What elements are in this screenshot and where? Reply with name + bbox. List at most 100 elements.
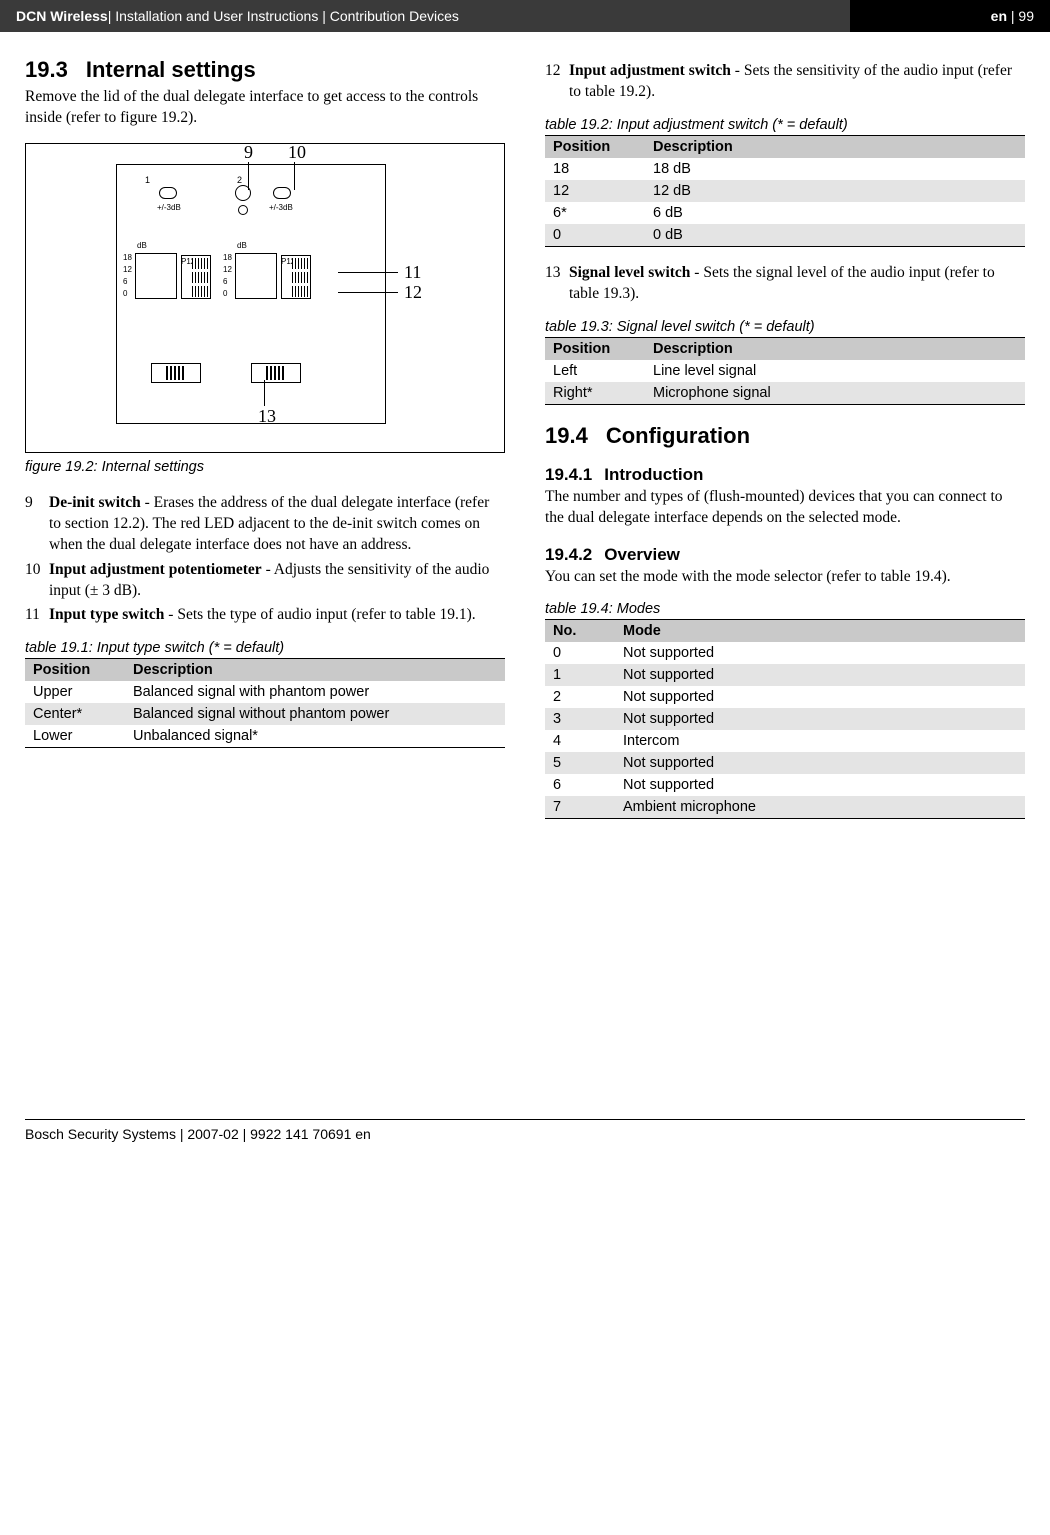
item-13-term: Signal level switch (569, 264, 690, 281)
t194-h0: No. (545, 620, 615, 643)
t193-r0c0: Left (545, 360, 645, 382)
table-row: UpperBalanced signal with phantom power (25, 681, 505, 703)
item-11-term: Input type switch (49, 606, 164, 623)
item-9-body: De-init switch - Erases the address of t… (49, 493, 505, 556)
pot2-icon (273, 187, 291, 199)
header-title: DCN Wireless | Installation and User Ins… (0, 0, 850, 32)
item-11: 11 Input type switch - Sets the type of … (25, 605, 505, 626)
pot1-icon (159, 187, 177, 199)
sw1-a-icon (192, 258, 208, 269)
t192-r2c1: 6 dB (645, 202, 1025, 224)
table-row: 7Ambient microphone (545, 796, 1025, 819)
table-row: 5Not supported (545, 752, 1025, 774)
page-footer: Bosch Security Systems | 2007-02 | 9922 … (25, 1119, 1025, 1142)
t193-h0: Position (545, 337, 645, 360)
t194-r6c0: 6 (545, 774, 615, 796)
t194-r2c1: Not supported (615, 686, 1025, 708)
sub1-title: Introduction (604, 465, 703, 484)
t194-r4c0: 4 (545, 730, 615, 752)
section-num: 19.3 (25, 57, 68, 82)
t194-h1: Mode (615, 620, 1025, 643)
t194-r4c1: Intercom (615, 730, 1025, 752)
t192-r2c0: 6* (545, 202, 645, 224)
t192-r1c0: 12 (545, 180, 645, 202)
selector-2 (251, 363, 301, 383)
sub1-text: The number and types of (flush-mounted) … (545, 487, 1025, 529)
t192-r3c1: 0 dB (645, 224, 1025, 247)
right-column: 12 Input adjustment switch - Sets the se… (545, 57, 1025, 819)
t194-r1c0: 1 (545, 664, 615, 686)
sw2-b-icon (292, 272, 308, 283)
t194-r2c0: 2 (545, 686, 615, 708)
header-sep: | (1007, 8, 1018, 24)
pcb-s18-2: 18 (223, 253, 232, 262)
table-row: Center*Balanced signal without phantom p… (25, 703, 505, 725)
page-content: 19.3Internal settings Remove the lid of … (0, 32, 1050, 829)
header-lang: en (991, 8, 1007, 24)
switch-block-2 (281, 255, 311, 299)
pcb-s12-1: 12 (123, 265, 132, 274)
t192-r3c0: 0 (545, 224, 645, 247)
sub2-text: You can set the mode with the mode selec… (545, 567, 1025, 588)
sw1-c-icon (192, 286, 208, 297)
item-12: 12 Input adjustment switch - Sets the se… (545, 61, 1025, 103)
deinit-outer-icon (235, 185, 251, 201)
t191-r0c0: Upper (25, 681, 125, 703)
t194-r0c1: Not supported (615, 642, 1025, 664)
callout-10: 10 (288, 142, 306, 163)
table-19-1: Position Description UpperBalanced signa… (25, 658, 505, 748)
dip-block-1 (135, 253, 177, 299)
t194-r6c1: Not supported (615, 774, 1025, 796)
item-9: 9 De-init switch - Erases the address of… (25, 493, 505, 556)
t194-r7c0: 7 (545, 796, 615, 819)
t192-r1c1: 12 dB (645, 180, 1025, 202)
item-10: 10 Input adjustment potentiometer - Adju… (25, 560, 505, 602)
header-page: en | 99 (850, 0, 1050, 32)
figure-19-2: 9 10 11 12 13 1 2 +/-3dB +/-3dB (25, 143, 505, 453)
pcb-pm3-1: +/-3dB (157, 203, 181, 212)
t192-r0c1: 18 dB (645, 158, 1025, 180)
pcb-s12-2: 12 (223, 265, 232, 274)
sub1-num: 19.4.1 (545, 465, 592, 484)
table-row: 4Intercom (545, 730, 1025, 752)
t191-h0: Position (25, 659, 125, 682)
pcb-s0-2: 0 (223, 289, 227, 298)
pcb-pm3-2: +/-3dB (269, 203, 293, 212)
table-row: 2Not supported (545, 686, 1025, 708)
table-row: 6*6 dB (545, 202, 1025, 224)
t193-r1c1: Microphone signal (645, 382, 1025, 405)
t191-r2c1: Unbalanced signal* (125, 725, 505, 748)
sw1-b-icon (192, 272, 208, 283)
sw2-c-icon (292, 286, 308, 297)
table-row: 00 dB (545, 224, 1025, 247)
item-13-body: Signal level switch - Sets the signal le… (569, 263, 1025, 305)
figure-19-2-caption: figure 19.2: Internal settings (25, 459, 505, 475)
table-19-3-caption: table 19.3: Signal level switch (* = def… (545, 319, 1025, 335)
table-row: LeftLine level signal (545, 360, 1025, 382)
sel1-grip-icon (166, 366, 186, 380)
section2-title: Configuration (606, 423, 750, 448)
section-19-3-intro: Remove the lid of the dual delegate inte… (25, 87, 505, 129)
item-10-body: Input adjustment potentiometer - Adjusts… (49, 560, 505, 602)
item-10-term: Input adjustment potentiometer (49, 561, 262, 578)
section-19-3-heading: 19.3Internal settings (25, 57, 505, 83)
t194-r0c0: 0 (545, 642, 615, 664)
t194-r3c0: 3 (545, 708, 615, 730)
switch-block-1 (181, 255, 211, 299)
section-19-4-heading: 19.4Configuration (545, 423, 1025, 449)
t192-h1: Description (645, 135, 1025, 158)
t192-h0: Position (545, 135, 645, 158)
callout-9: 9 (244, 142, 253, 163)
t191-r2c0: Lower (25, 725, 125, 748)
header-pageno: 99 (1018, 8, 1034, 24)
t193-r1c0: Right* (545, 382, 645, 405)
table-19-4: No. Mode 0Not supported 1Not supported 2… (545, 619, 1025, 819)
item-9-term: De-init switch (49, 494, 141, 511)
section-19-4-1-heading: 19.4.1 Introduction (545, 465, 1025, 485)
sub2-title: Overview (604, 545, 680, 564)
table-row: 1212 dB (545, 180, 1025, 202)
t191-r1c1: Balanced signal without phantom power (125, 703, 505, 725)
table-19-4-caption: table 19.4: Modes (545, 601, 1025, 617)
callout-11: 11 (404, 262, 421, 283)
item-12-num: 12 (545, 61, 569, 103)
